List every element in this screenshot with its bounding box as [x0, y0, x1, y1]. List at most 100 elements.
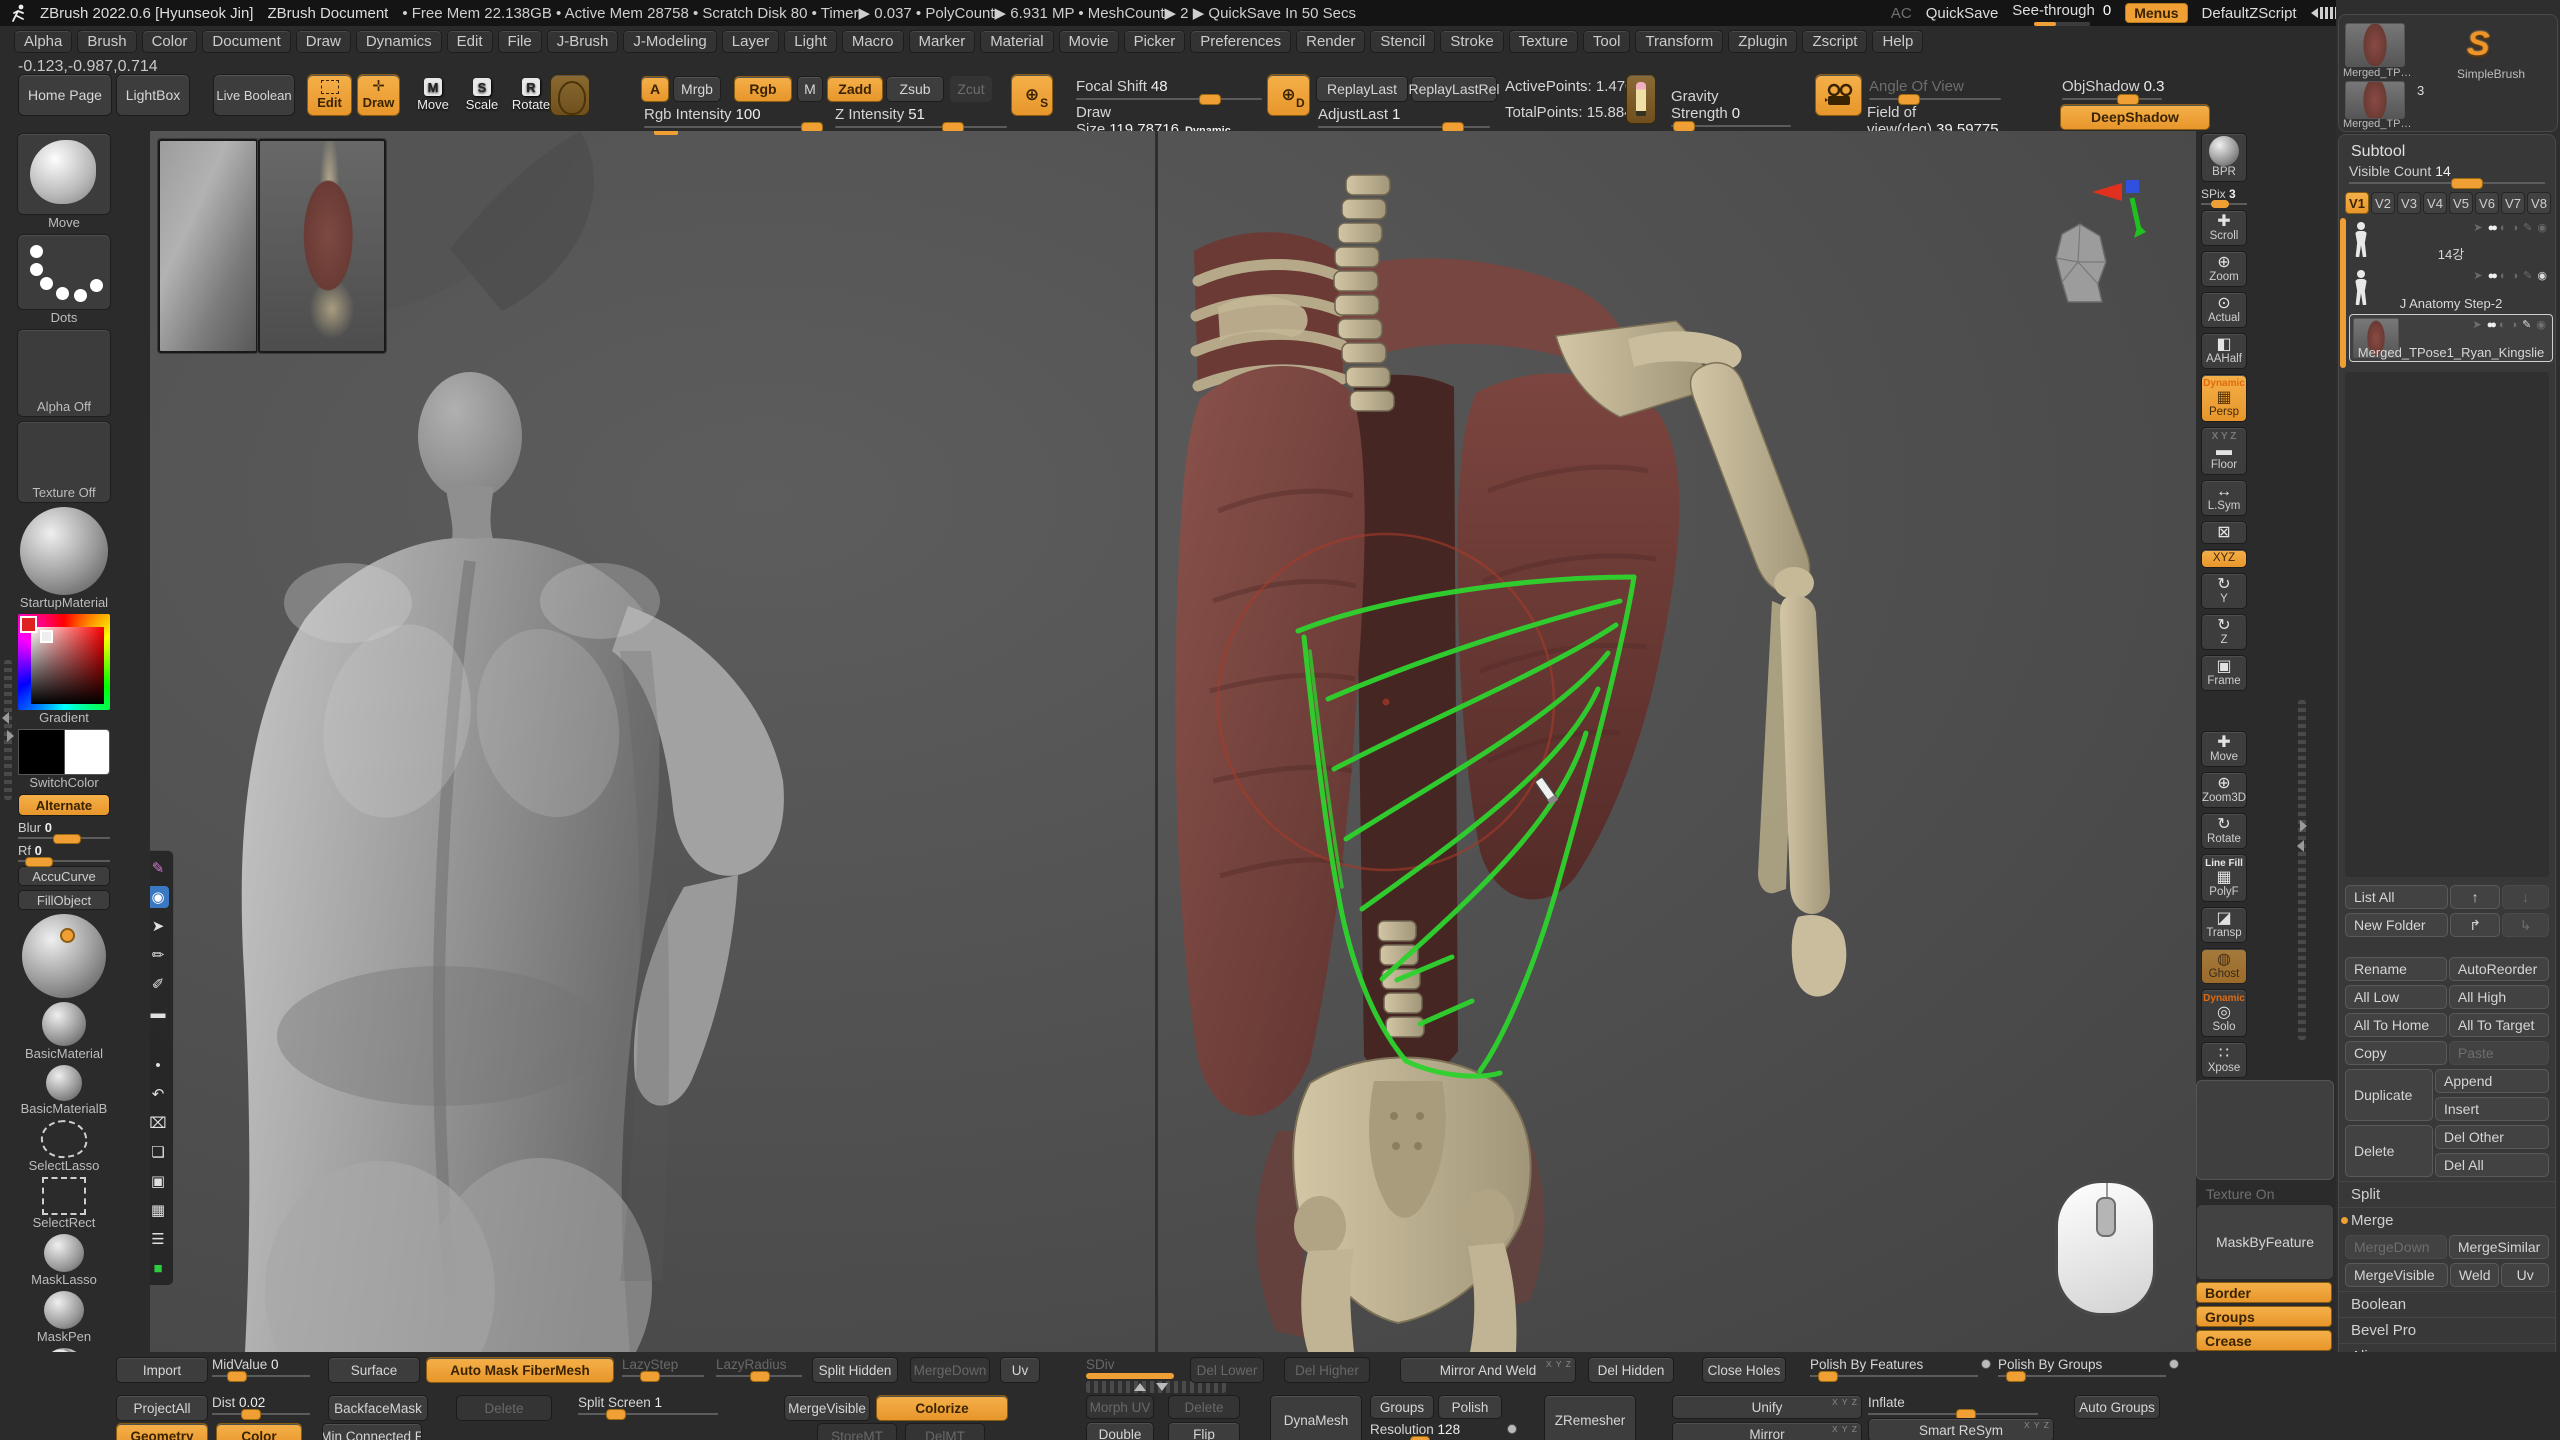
bottom-button-flip[interactable]: Flip	[1168, 1422, 1240, 1440]
left-shelf-masklasso[interactable]: MaskLasso	[16, 1234, 112, 1287]
modifier-dot[interactable]	[1981, 1359, 1991, 1369]
camera-button[interactable]	[1815, 74, 1862, 116]
simplebrush-icon[interactable]: S	[2467, 25, 2490, 64]
left-shelf-blur[interactable]: Blur 0	[16, 820, 112, 839]
groups-button[interactable]: Groups	[2196, 1306, 2332, 1327]
subtool-button-insert[interactable]: Insert	[2435, 1097, 2549, 1121]
menu-item-transform[interactable]: Transform	[1635, 30, 1723, 53]
bottom-button-close-holes[interactable]: Close Holes	[1702, 1357, 1786, 1383]
subtool-scrollbar[interactable]	[2340, 218, 2346, 368]
replay-last-button[interactable]: ReplayLast	[1316, 76, 1408, 102]
menus-toggle-button[interactable]: Menus	[2125, 3, 2187, 23]
left-shelf-startupmaterial[interactable]: StartupMaterial	[16, 507, 112, 610]
camera-orientation-head[interactable]	[2048, 222, 2112, 306]
subtool-tab-v7[interactable]: V7	[2501, 192, 2525, 214]
menu-item-layer[interactable]: Layer	[722, 30, 780, 53]
contrast-icon[interactable]: ◑	[2511, 319, 2518, 331]
subtool-item-merged-tpose1-ryan-kingslie[interactable]: ➤●●◐◑✎◉Merged_TPose1_Ryan_Kingslie	[2349, 314, 2553, 362]
section-header-bevel-pro[interactable]: Bevel Pro	[2339, 1317, 2555, 1343]
subtool-button-append[interactable]: Append	[2435, 1069, 2549, 1093]
right-shelf-rotate[interactable]: ↻Rotate	[2201, 813, 2247, 849]
drag-icon[interactable]: ➤	[2473, 269, 2482, 282]
right-tray-scroll[interactable]	[2298, 700, 2306, 1040]
obj-shadow-slider[interactable]: ObjShadow0.3	[2062, 78, 2162, 100]
subtool-button-duplicate[interactable]: Duplicate	[2345, 1069, 2433, 1121]
main-color-swatch[interactable]	[18, 729, 65, 775]
bottom-button-double[interactable]: Double	[1086, 1422, 1154, 1440]
zcut-button[interactable]: Zcut	[950, 76, 992, 102]
rotate-button[interactable]: R Rotate	[511, 78, 551, 112]
subtool-item-14[interactable]: ➤●●◐◑✎◉14강	[2349, 218, 2553, 264]
menu-item-preferences[interactable]: Preferences	[1190, 30, 1291, 53]
bottom-button-smart-resym[interactable]: Smart ReSymX Y Z	[1868, 1418, 2054, 1440]
subtool-button-uv[interactable]: Uv	[2501, 1263, 2549, 1287]
subtool-button-list-all[interactable]: List All	[2345, 885, 2448, 909]
brush-icon[interactable]: ✎	[2523, 221, 2532, 234]
menu-item-j-brush[interactable]: J-Brush	[547, 30, 619, 53]
subtool-button-all-to-target[interactable]: All To Target	[2449, 1013, 2549, 1037]
subtool-button-[interactable]: ↓	[2502, 885, 2549, 909]
comment-icon[interactable]: ❏	[150, 1141, 169, 1163]
bottom-button-zremesher[interactable]: ZRemesher	[1544, 1395, 1636, 1440]
subtool-button-mergedown[interactable]: MergeDown	[2345, 1235, 2447, 1259]
right-shelf-polyf[interactable]: Line Fill▦PolyF	[2201, 854, 2247, 902]
bottom-button-unify[interactable]: UnifyX Y Z	[1672, 1395, 1862, 1419]
bottom-slider-sdiv[interactable]: SDiv	[1086, 1357, 1174, 1379]
trash-icon[interactable]: ⌧	[150, 1112, 169, 1134]
color-swatches[interactable]	[18, 729, 110, 775]
menu-item-draw[interactable]: Draw	[296, 30, 351, 53]
right-shelf-actual[interactable]: ⊙Actual	[2201, 292, 2247, 328]
tool-thumbnail[interactable]	[2345, 23, 2405, 67]
reference-thumbnail-back[interactable]	[158, 139, 258, 353]
bottom-slider-resolution[interactable]: Resolution 128	[1370, 1422, 1504, 1440]
polypaint-icon[interactable]: ●●	[2488, 222, 2495, 234]
bottom-button-colorize[interactable]: Colorize	[876, 1395, 1008, 1421]
right-shelf-floor[interactable]: X Y Z▬Floor	[2201, 427, 2247, 475]
left-shelf-selectrect[interactable]: SelectRect	[16, 1177, 112, 1230]
menu-item-help[interactable]: Help	[1872, 30, 1923, 53]
subtool-tab-v1[interactable]: V1	[2345, 192, 2369, 214]
left-shelf-selectlasso[interactable]: SelectLasso	[16, 1120, 112, 1173]
subtool-tab-v2[interactable]: V2	[2371, 192, 2395, 214]
subtool-button-mergevisible[interactable]: MergeVisible	[2345, 1263, 2448, 1287]
left-shelf-texture-off[interactable]: Texture Off	[16, 421, 112, 503]
move-button[interactable]: M Move	[413, 78, 453, 112]
bottom-slider-inflate[interactable]: Inflate	[1868, 1395, 2038, 1415]
menu-item-stencil[interactable]: Stencil	[1370, 30, 1435, 53]
menu-item-dynamics[interactable]: Dynamics	[356, 30, 442, 53]
bottom-button-min-connected-p[interactable]: Min Connected P	[322, 1423, 422, 1440]
section-header-split[interactable]: Split	[2339, 1181, 2555, 1207]
left-shelf-maskpen[interactable]: MaskPen	[16, 1291, 112, 1344]
menu-item-tool[interactable]: Tool	[1583, 30, 1631, 53]
tool-thumbnail[interactable]	[2345, 81, 2405, 119]
menu-item-movie[interactable]: Movie	[1059, 30, 1119, 53]
right-shelf-bpr[interactable]: BPR	[2201, 133, 2247, 182]
crease-button[interactable]: Crease	[2196, 1330, 2332, 1351]
bottom-slider-polish-by-features[interactable]: Polish By Features	[1810, 1357, 1978, 1377]
left-shelf-rf[interactable]: Rf 0	[16, 843, 112, 862]
right-shelf-zoom[interactable]: ⊕Zoom	[2201, 251, 2247, 287]
subtool-button-mergesimilar[interactable]: MergeSimilar	[2449, 1235, 2549, 1259]
draw-button[interactable]: ✛ Draw	[357, 74, 400, 116]
scale-button[interactable]: S Scale	[462, 78, 502, 112]
angle-of-view-slider[interactable]: Angle Of View	[1869, 78, 2001, 100]
bottom-button-color[interactable]: Color	[216, 1423, 302, 1440]
bottom-slider-polish-by-groups[interactable]: Polish By Groups	[1998, 1357, 2166, 1377]
subtool-tab-v5[interactable]: V5	[2449, 192, 2473, 214]
subtool-button-new-folder[interactable]: New Folder	[2345, 913, 2448, 937]
m-button[interactable]: M	[797, 76, 823, 102]
subtool-tab-v3[interactable]: V3	[2397, 192, 2421, 214]
quicksave-button[interactable]: QuickSave	[1926, 5, 1999, 22]
bottom-button-delete[interactable]: Delete	[1168, 1395, 1240, 1419]
menu-item-document[interactable]: Document	[202, 30, 290, 53]
default-zscript-button[interactable]: DefaultZScript	[2202, 5, 2297, 22]
visibility-icon[interactable]: ◉	[150, 886, 169, 908]
current-stroke-button[interactable]	[550, 74, 590, 116]
bottom-button-morph-uv[interactable]: Morph UV	[1086, 1395, 1154, 1419]
marker-icon[interactable]: ✐	[150, 973, 169, 995]
contrast-icon[interactable]: ◑	[2512, 222, 2519, 234]
undo-icon[interactable]: ↶	[150, 1083, 169, 1105]
subtool-button-[interactable]: ↱	[2450, 913, 2500, 937]
menu-item-texture[interactable]: Texture	[1509, 30, 1578, 53]
mrgb-button[interactable]: Mrgb	[673, 76, 721, 102]
